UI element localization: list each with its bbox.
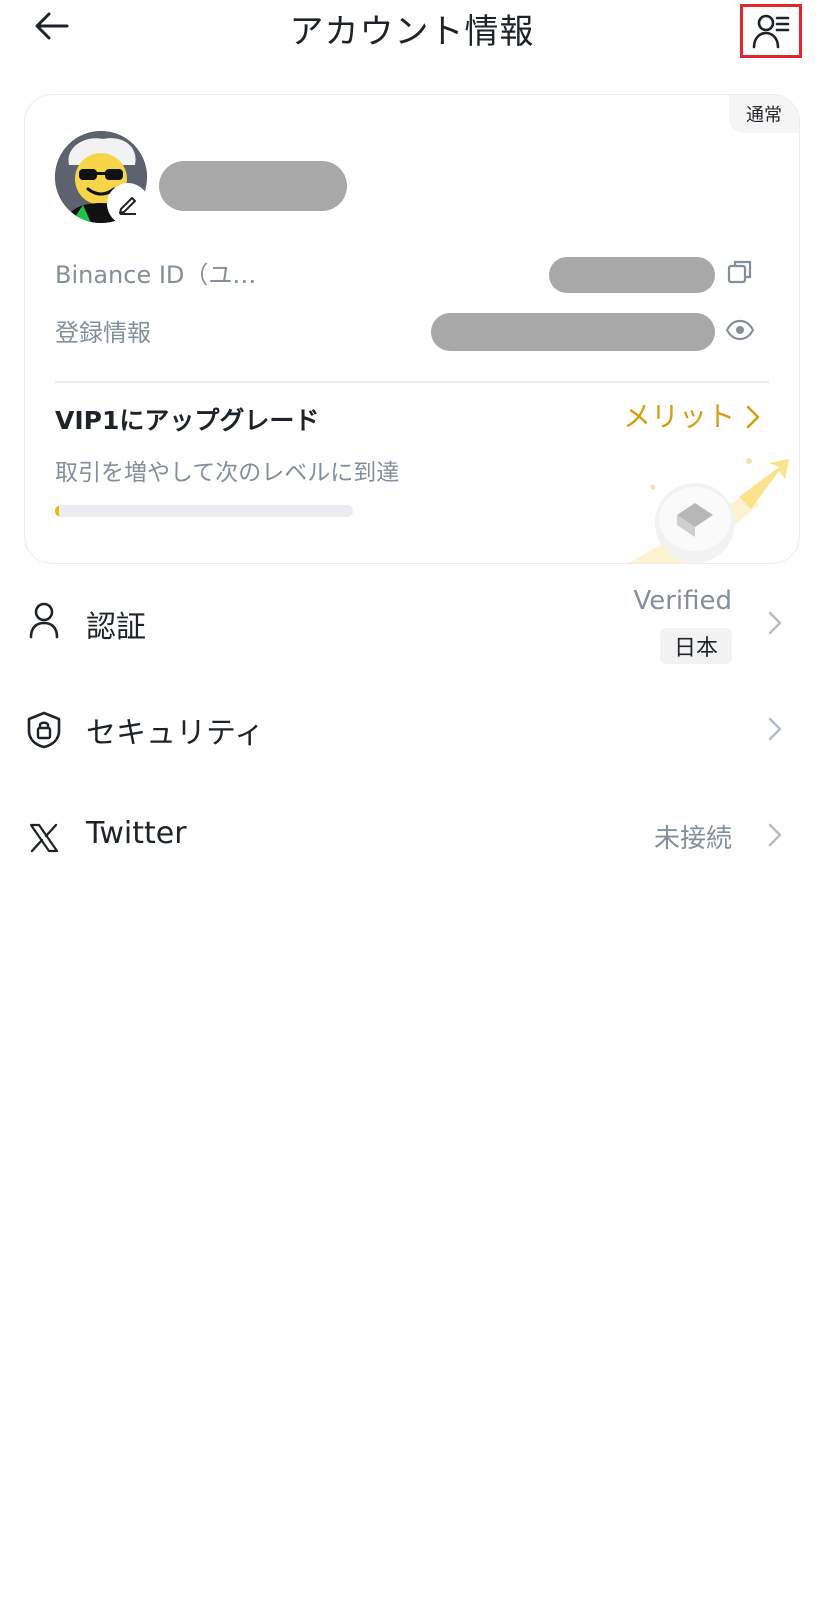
binance-id-redacted [549, 257, 715, 293]
chevron-right-icon [768, 823, 782, 847]
copy-button[interactable] [725, 257, 755, 287]
registration-info-redacted [431, 313, 715, 351]
header: アカウント情報 [0, 0, 824, 60]
registration-info-label: 登録情報 [55, 319, 151, 347]
vip-progress-fill [55, 505, 60, 517]
nickname-redacted [159, 161, 347, 211]
account-level-badge: 通常 [729, 95, 799, 133]
vip-upgrade-subtitle: 取引を増やして次のレベルに到達 [55, 460, 400, 486]
x-logo-icon [29, 823, 59, 853]
menu-security-label: セキュリティ [86, 716, 265, 751]
profile-list-button[interactable] [740, 4, 802, 58]
verification-status: Verified [633, 586, 732, 616]
eye-icon [725, 319, 755, 341]
menu-verification-icon-wrap [26, 600, 62, 640]
menu-twitter-icon-wrap [26, 818, 62, 858]
menu-verification[interactable]: 認証 Verified 日本 [0, 578, 824, 670]
page-title: アカウント情報 [289, 12, 535, 52]
menu-twitter[interactable]: Twitter 未接続 [0, 806, 824, 898]
country-tag: 日本 [659, 628, 732, 664]
chevron-right-icon [768, 611, 782, 635]
menu-security[interactable]: セキュリティ [0, 696, 824, 788]
card-divider [55, 381, 769, 383]
user-list-icon [752, 14, 790, 49]
vip-coin-illustration [629, 458, 789, 563]
menu-twitter-label: Twitter [86, 816, 187, 851]
chevron-right-icon[interactable] [743, 403, 763, 431]
reveal-button[interactable] [725, 315, 755, 345]
menu-security-icon-wrap [26, 710, 62, 750]
account-card: 通常 Binance ID（ユ… 登録情報 VIP1にアップグレード メリット … [24, 94, 800, 564]
shield-lock-icon [27, 711, 61, 749]
chevron-right-icon [768, 717, 782, 741]
vip-progress-bar [55, 505, 353, 517]
vip-upgrade-title: VIP1にアップグレード [55, 406, 320, 435]
copy-icon [727, 260, 752, 284]
vip-benefits-link[interactable]: メリット [623, 395, 735, 435]
pencil-icon [119, 197, 136, 215]
edit-avatar-button[interactable] [109, 185, 147, 223]
binance-id-label: Binance ID（ユ… [55, 261, 257, 289]
user-icon [29, 602, 59, 639]
twitter-status: 未接続 [653, 824, 732, 854]
menu-verification-label: 認証 [86, 610, 146, 645]
